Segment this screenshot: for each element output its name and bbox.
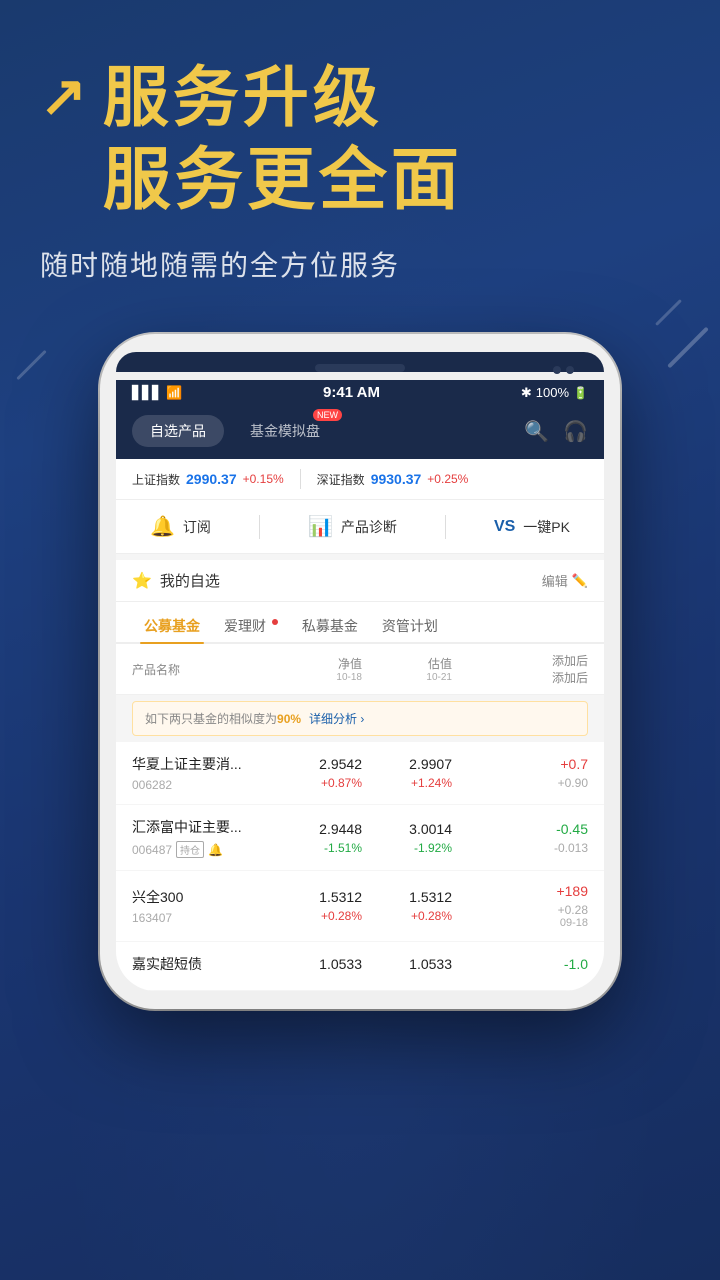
fund-row[interactable]: 嘉实超短债 1.0533 1.0533 -1.0 <box>116 942 604 991</box>
fund-code: 006487持仓🔔 <box>132 841 272 858</box>
fund-est: 2.9907 +1.24% <box>362 756 452 790</box>
fund-name: 华夏上证主要消... <box>132 754 272 774</box>
fund-row[interactable]: 兴全300 163407 1.5312 +0.28% 1.5312 +0.28%… <box>116 871 604 942</box>
fund-change: -1.0 <box>452 956 588 976</box>
bell-icon: 🔔 <box>150 514 175 539</box>
watchlist-edit-btn[interactable]: 编辑 ✏️ <box>542 571 588 590</box>
fund-nav: 1.5312 +0.28% <box>272 889 362 923</box>
phone-speaker <box>315 364 405 372</box>
fund-info: 华夏上证主要消... 006282 <box>132 754 272 792</box>
fund-nav: 2.9448 -1.51% <box>272 821 362 855</box>
wifi-icon: 📶 <box>166 385 182 401</box>
new-badge: NEW <box>313 409 342 421</box>
action-pk[interactable]: VS 一键PK <box>494 517 570 537</box>
phone-cameras <box>553 366 574 374</box>
fund-change: -0.45 -0.013 <box>452 821 588 855</box>
ticker-divider <box>300 469 301 489</box>
signal-icon: ▋▋▋ <box>132 385 162 401</box>
col-header-nav: 净值 10-18 <box>272 655 362 683</box>
fund-info: 汇添富中证主要... 006487持仓🔔 <box>132 817 272 858</box>
fund-nav: 2.9542 +0.87% <box>272 756 362 790</box>
col-header-est: 估值 10-21 <box>362 655 452 683</box>
tab-wealth-mgmt[interactable]: 爱理财 <box>212 610 290 642</box>
similarity-alert: 如下两只基金的相似度为 90% 详细分析 › <box>132 701 588 736</box>
fund-nav: 1.0533 <box>272 956 362 976</box>
fund-change: +0.7 +0.90 <box>452 756 588 790</box>
market-ticker: 上证指数 2990.37 +0.15% 深证指数 9930.37 +0.25% <box>116 459 604 500</box>
hero-icon: ↗ <box>40 68 87 124</box>
fund-code: 163407 <box>132 911 272 925</box>
tab-asset-mgmt[interactable]: 资管计划 <box>370 610 450 642</box>
nav-tab-fund-sim[interactable]: 基金模拟盘 NEW <box>232 415 338 447</box>
action-row: 🔔 订阅 📊 产品诊断 VS 一键PK <box>116 500 604 554</box>
fund-est: 1.0533 <box>362 956 452 976</box>
ticker-shenzhen: 深证指数 9930.37 +0.25% <box>317 471 469 488</box>
action-subscribe[interactable]: 🔔 订阅 <box>150 514 211 539</box>
headphone-icon[interactable]: 🎧 <box>563 419 588 444</box>
tab-public-fund[interactable]: 公募基金 <box>132 610 212 642</box>
bluetooth-icon: ✱ <box>521 385 532 401</box>
nav-tab-watchlist[interactable]: 自选产品 <box>132 415 224 447</box>
col-header-name: 产品名称 <box>132 661 272 678</box>
new-dot <box>272 619 278 625</box>
vs-icon: VS <box>494 518 515 536</box>
hero-section: ↗ 服务升级 服务更全面 随时随地随需的全方位服务 <box>0 0 720 314</box>
tab-private-fund[interactable]: 私募基金 <box>290 610 370 642</box>
edit-icon: ✏️ <box>572 573 588 589</box>
fund-info: 兴全300 163407 <box>132 887 272 925</box>
fund-code: 006282 <box>132 778 272 792</box>
table-header: 产品名称 净值 10-18 估值 10-21 添加后 添加后 <box>116 644 604 695</box>
battery-icon: 🔋 <box>573 386 588 400</box>
battery-label: 100% <box>536 385 569 400</box>
col-header-add: 添加后 添加后 <box>452 652 588 686</box>
status-time: 9:41 AM <box>323 384 380 401</box>
fund-name: 嘉实超短债 <box>132 954 272 974</box>
fund-type-tabs: 公募基金 爱理财 私募基金 资管计划 <box>116 602 604 644</box>
phone-mockup: ▋▋▋ 📶 9:41 AM ✱ 100% 🔋 自选产品 基金模拟盘 NEW <box>80 334 640 1009</box>
ticker-shanghai: 上证指数 2990.37 +0.15% <box>132 471 284 488</box>
action-diagnose[interactable]: 📊 产品诊断 <box>308 514 397 539</box>
similarity-detail-link[interactable]: 详细分析 › <box>309 710 364 727</box>
fund-info: 嘉实超短债 <box>132 954 272 978</box>
fund-rows-container: 华夏上证主要消... 006282 2.9542 +0.87% 2.9907 +… <box>116 742 604 991</box>
fund-row[interactable]: 汇添富中证主要... 006487持仓🔔 2.9448 -1.51% 3.001… <box>116 805 604 871</box>
app-nav: 自选产品 基金模拟盘 NEW 🔍 🎧 <box>116 409 604 459</box>
status-bar: ▋▋▋ 📶 9:41 AM ✱ 100% 🔋 <box>116 380 604 409</box>
fund-row[interactable]: 华夏上证主要消... 006282 2.9542 +0.87% 2.9907 +… <box>116 742 604 805</box>
fund-change: +189 +0.28 09-18 <box>452 883 588 929</box>
chart-icon: 📊 <box>308 514 333 539</box>
search-icon[interactable]: 🔍 <box>524 419 549 444</box>
fund-est: 3.0014 -1.92% <box>362 821 452 855</box>
fund-est: 1.5312 +0.28% <box>362 889 452 923</box>
watchlist-icon: ⭐ <box>132 571 152 591</box>
hero-title-line1: 服务升级 <box>103 60 463 136</box>
hero-subtitle: 随时随地随需的全方位服务 <box>40 244 680 284</box>
fund-name: 兴全300 <box>132 887 272 907</box>
fund-name: 汇添富中证主要... <box>132 817 272 837</box>
hero-title-line2: 服务更全面 <box>103 141 463 219</box>
watchlist-header: ⭐ 我的自选 编辑 ✏️ <box>116 560 604 602</box>
